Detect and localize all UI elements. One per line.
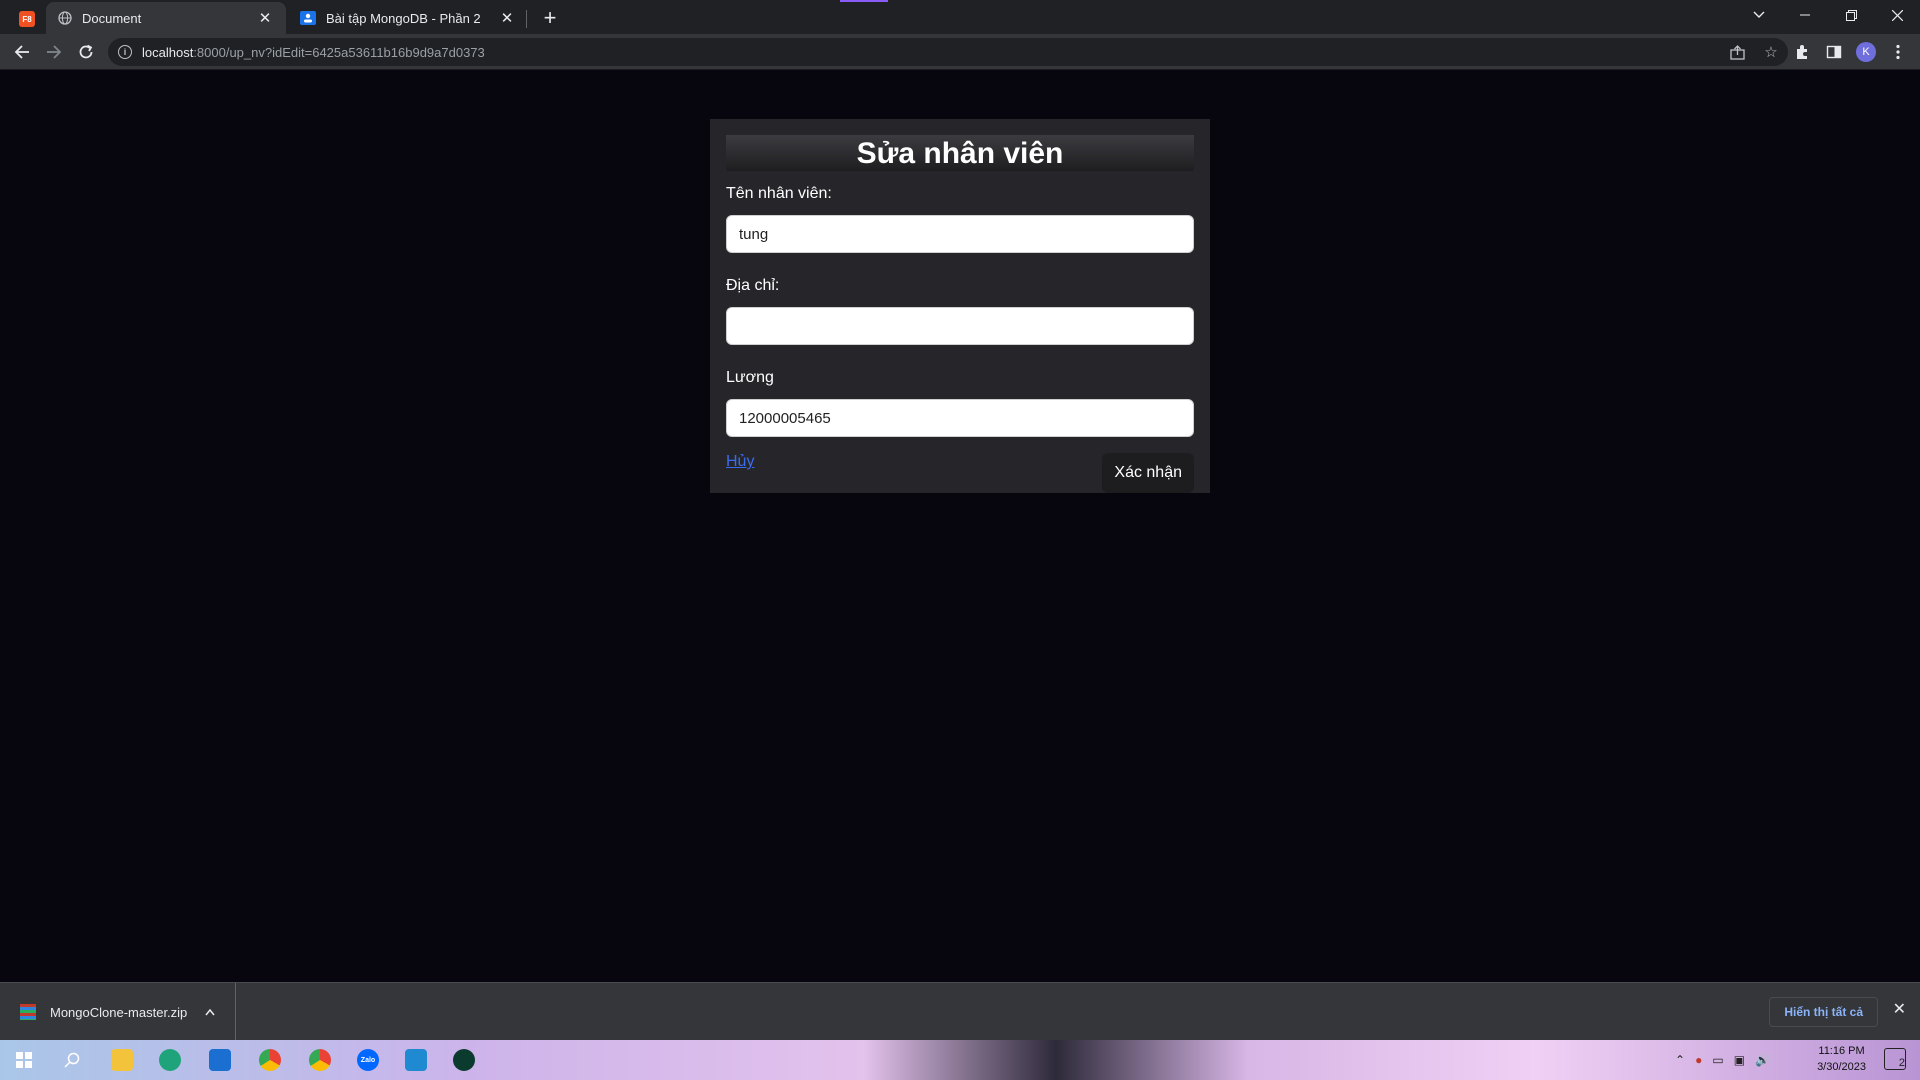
arrow-left-icon (14, 45, 29, 59)
address-bar[interactable]: i localhost:8000/up_nv?idEdit=6425a53611… (108, 38, 1788, 66)
search-button[interactable] (52, 1044, 92, 1076)
download-file-name: MongoClone-master.zip (50, 1004, 188, 1020)
name-label: Tên nhân viên: (726, 185, 832, 202)
chrome-profile-button[interactable] (300, 1044, 340, 1076)
edit-employee-form: Sửa nhân viên Tên nhân viên: Địa chỉ: Lư… (710, 119, 1210, 493)
avatar: K (1856, 42, 1876, 62)
tab-document[interactable]: Document ✕ (46, 2, 286, 34)
zip-file-icon (20, 1004, 36, 1020)
folder-icon (111, 1049, 133, 1071)
mail-button[interactable] (200, 1044, 240, 1076)
vscode-button[interactable] (396, 1044, 436, 1076)
close-icon[interactable]: ✕ (1893, 999, 1906, 1019)
reload-icon (79, 44, 93, 59)
f8-logo-icon: F8 (19, 11, 35, 27)
chrome-button[interactable] (250, 1044, 290, 1076)
mongodb-leaf-icon (453, 1049, 475, 1071)
tab-title: Bài tập MongoDB - Phần 2 (326, 10, 481, 26)
zalo-icon: Zalo (357, 1049, 379, 1071)
network-icon[interactable]: ▣ (1734, 1053, 1745, 1067)
url-text: localhost:8000/up_nv?idEdit=6425a53611b1… (142, 44, 485, 60)
clock-time: 11:16 PM (1818, 1045, 1865, 1057)
chevron-up-icon[interactable]: ⌃ (1675, 1053, 1685, 1067)
name-input[interactable] (726, 215, 1194, 253)
file-explorer-button[interactable] (102, 1044, 142, 1076)
back-button[interactable] (8, 38, 36, 66)
tab-title: Document (82, 10, 142, 26)
chevron-up-icon[interactable] (205, 1005, 215, 1019)
forward-button[interactable] (40, 38, 68, 66)
close-icon[interactable]: ✕ (256, 9, 274, 27)
salary-label: Lương (726, 369, 774, 386)
chrome-icon (259, 1049, 281, 1071)
download-bar: MongoClone-master.zip Hiển thị tất cả ✕ (0, 982, 1920, 1041)
chrome-icon (309, 1049, 331, 1071)
close-window-button[interactable] (1874, 0, 1920, 30)
form-title: Sửa nhân viên (726, 135, 1194, 171)
browser-toolbar: i localhost:8000/up_nv?idEdit=6425a53611… (0, 34, 1920, 70)
system-tray: ⌃ ● ▭ ▣ 🔊 (1675, 1044, 1770, 1076)
bookmark-star-icon[interactable]: ☆ (1760, 41, 1782, 63)
antivirus-icon[interactable]: ● (1695, 1053, 1702, 1067)
mail-icon (209, 1049, 231, 1071)
side-panel-icon[interactable] (1822, 40, 1846, 64)
share-icon[interactable] (1726, 41, 1748, 63)
clock-date: 3/30/2023 (1817, 1061, 1866, 1073)
minimize-button[interactable] (1782, 0, 1828, 30)
battery-icon[interactable]: ▭ (1712, 1053, 1723, 1067)
edge-button[interactable] (150, 1044, 190, 1076)
restore-button[interactable] (1828, 0, 1874, 30)
pinned-tab[interactable]: F8 (12, 6, 42, 32)
classroom-icon (300, 11, 316, 25)
vscode-icon (405, 1049, 427, 1071)
windows-taskbar: Zalo ⌃ ● ▭ ▣ 🔊 11:16 PM 3/30/2023 2 (0, 1040, 1920, 1080)
notification-count: 2 (1898, 1057, 1905, 1069)
notification-center-button[interactable]: 2 (1884, 1048, 1906, 1070)
download-item[interactable]: MongoClone-master.zip (0, 983, 236, 1041)
cancel-link[interactable]: Hủy (726, 453, 754, 471)
volume-icon[interactable]: 🔊 (1755, 1053, 1770, 1067)
extensions-icon[interactable] (1790, 40, 1814, 64)
mongodb-compass-button[interactable] (444, 1044, 484, 1076)
salary-input[interactable] (726, 399, 1194, 437)
zalo-button[interactable]: Zalo (348, 1044, 388, 1076)
show-all-downloads-button[interactable]: Hiển thị tất cả (1769, 997, 1878, 1027)
search-icon (64, 1052, 80, 1068)
tab-search-icon[interactable] (1736, 0, 1782, 30)
windows-icon (16, 1052, 32, 1068)
clock[interactable]: 11:16 PM 3/30/2023 (1817, 1043, 1866, 1075)
arrow-right-icon (47, 45, 62, 59)
globe-icon (58, 11, 72, 25)
edge-icon (159, 1049, 181, 1071)
confirm-button[interactable]: Xác nhận (1102, 453, 1194, 493)
menu-kebab-icon[interactable] (1886, 40, 1910, 64)
tab-mongodb[interactable]: Bài tập MongoDB - Phần 2 ✕ (288, 2, 528, 34)
tab-divider (526, 10, 527, 28)
form-actions: Hủy Xác nhận (726, 451, 1194, 505)
new-tab-button[interactable]: + (536, 4, 564, 32)
page-viewport: Sửa nhân viên Tên nhân viên: Địa chỉ: Lư… (0, 70, 1920, 982)
profile-button[interactable]: K (1854, 40, 1878, 64)
info-icon[interactable]: i (118, 45, 132, 59)
address-input[interactable] (726, 307, 1194, 345)
address-label: Địa chỉ: (726, 277, 780, 294)
reload-button[interactable] (72, 38, 100, 66)
close-icon[interactable]: ✕ (498, 9, 516, 27)
start-button[interactable] (4, 1044, 44, 1076)
indicator-mark (840, 0, 888, 2)
browser-tab-strip: F8 Document ✕ Bài tập MongoDB - Phần 2 ✕… (0, 0, 1920, 34)
